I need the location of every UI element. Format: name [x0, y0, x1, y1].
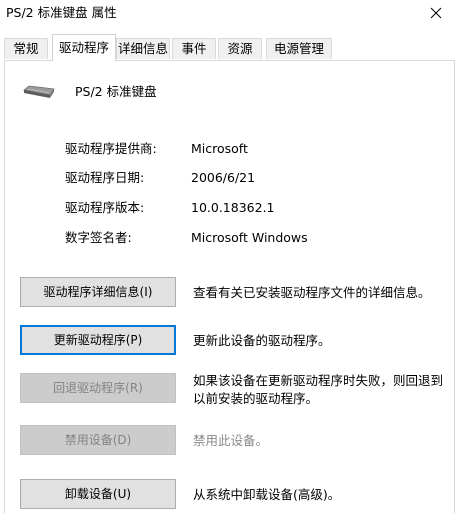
version-value: 10.0.18362.1 [191, 200, 275, 215]
tab-events[interactable]: 事件 [172, 38, 216, 59]
close-icon [430, 7, 442, 19]
date-value: 2006/6/21 [191, 170, 256, 185]
update-driver-button[interactable]: 更新驱动程序(P) [20, 325, 176, 355]
signer-label: 数字签名者: [65, 230, 132, 245]
update-driver-description: 更新此设备的驱动程序。 [193, 333, 331, 348]
provider-value: Microsoft [191, 141, 248, 156]
tab-power-management[interactable]: 电源管理 [266, 38, 332, 59]
driver-details-button[interactable]: 驱动程序详细信息(I) [20, 277, 176, 307]
close-button[interactable] [416, 0, 456, 26]
driver-details-description: 查看有关已安装驱动程序文件的详细信息。 [193, 285, 431, 300]
date-row: 驱动程序日期: 2006/6/21 [65, 169, 445, 187]
disable-device-button: 禁用设备(D) [20, 425, 176, 455]
tab-driver[interactable]: 驱动程序 [52, 34, 116, 61]
device-name: PS/2 标准键盘 [75, 84, 157, 99]
disable-device-description: 禁用此设备。 [193, 433, 269, 448]
provider-label: 驱动程序提供商: [65, 141, 157, 156]
driver-tab-panel: PS/2 标准键盘 驱动程序提供商: Microsoft 驱动程序日期: 200… [4, 60, 455, 513]
title-bar: PS/2 标准键盘 属性 [0, 0, 456, 28]
version-row: 驱动程序版本: 10.0.18362.1 [65, 199, 445, 217]
provider-row: 驱动程序提供商: Microsoft [65, 140, 445, 158]
window-title: PS/2 标准键盘 属性 [6, 5, 117, 20]
properties-window: PS/2 标准键盘 属性 常规 驱动程序 详细信息 事件 资源 电源管理 PS/… [0, 0, 456, 513]
signer-value: Microsoft Windows [191, 230, 308, 245]
date-label: 驱动程序日期: [65, 170, 145, 185]
tab-bar: 常规 驱动程序 详细信息 事件 资源 电源管理 [0, 34, 456, 61]
tab-details[interactable]: 详细信息 [116, 38, 170, 59]
rollback-driver-description: 如果该设备在更新驱动程序时失败，则回退到以前安装的驱动程序。 [193, 373, 444, 406]
uninstall-device-description: 从系统中卸载设备(高级)。 [193, 487, 341, 502]
tab-general[interactable]: 常规 [4, 38, 48, 59]
uninstall-device-button[interactable]: 卸载设备(U) [20, 479, 176, 509]
signer-row: 数字签名者: Microsoft Windows [65, 229, 445, 247]
version-label: 驱动程序版本: [65, 200, 145, 215]
keyboard-icon [23, 85, 55, 98]
rollback-driver-button: 回退驱动程序(R) [20, 373, 176, 403]
tab-resources[interactable]: 资源 [218, 38, 262, 59]
